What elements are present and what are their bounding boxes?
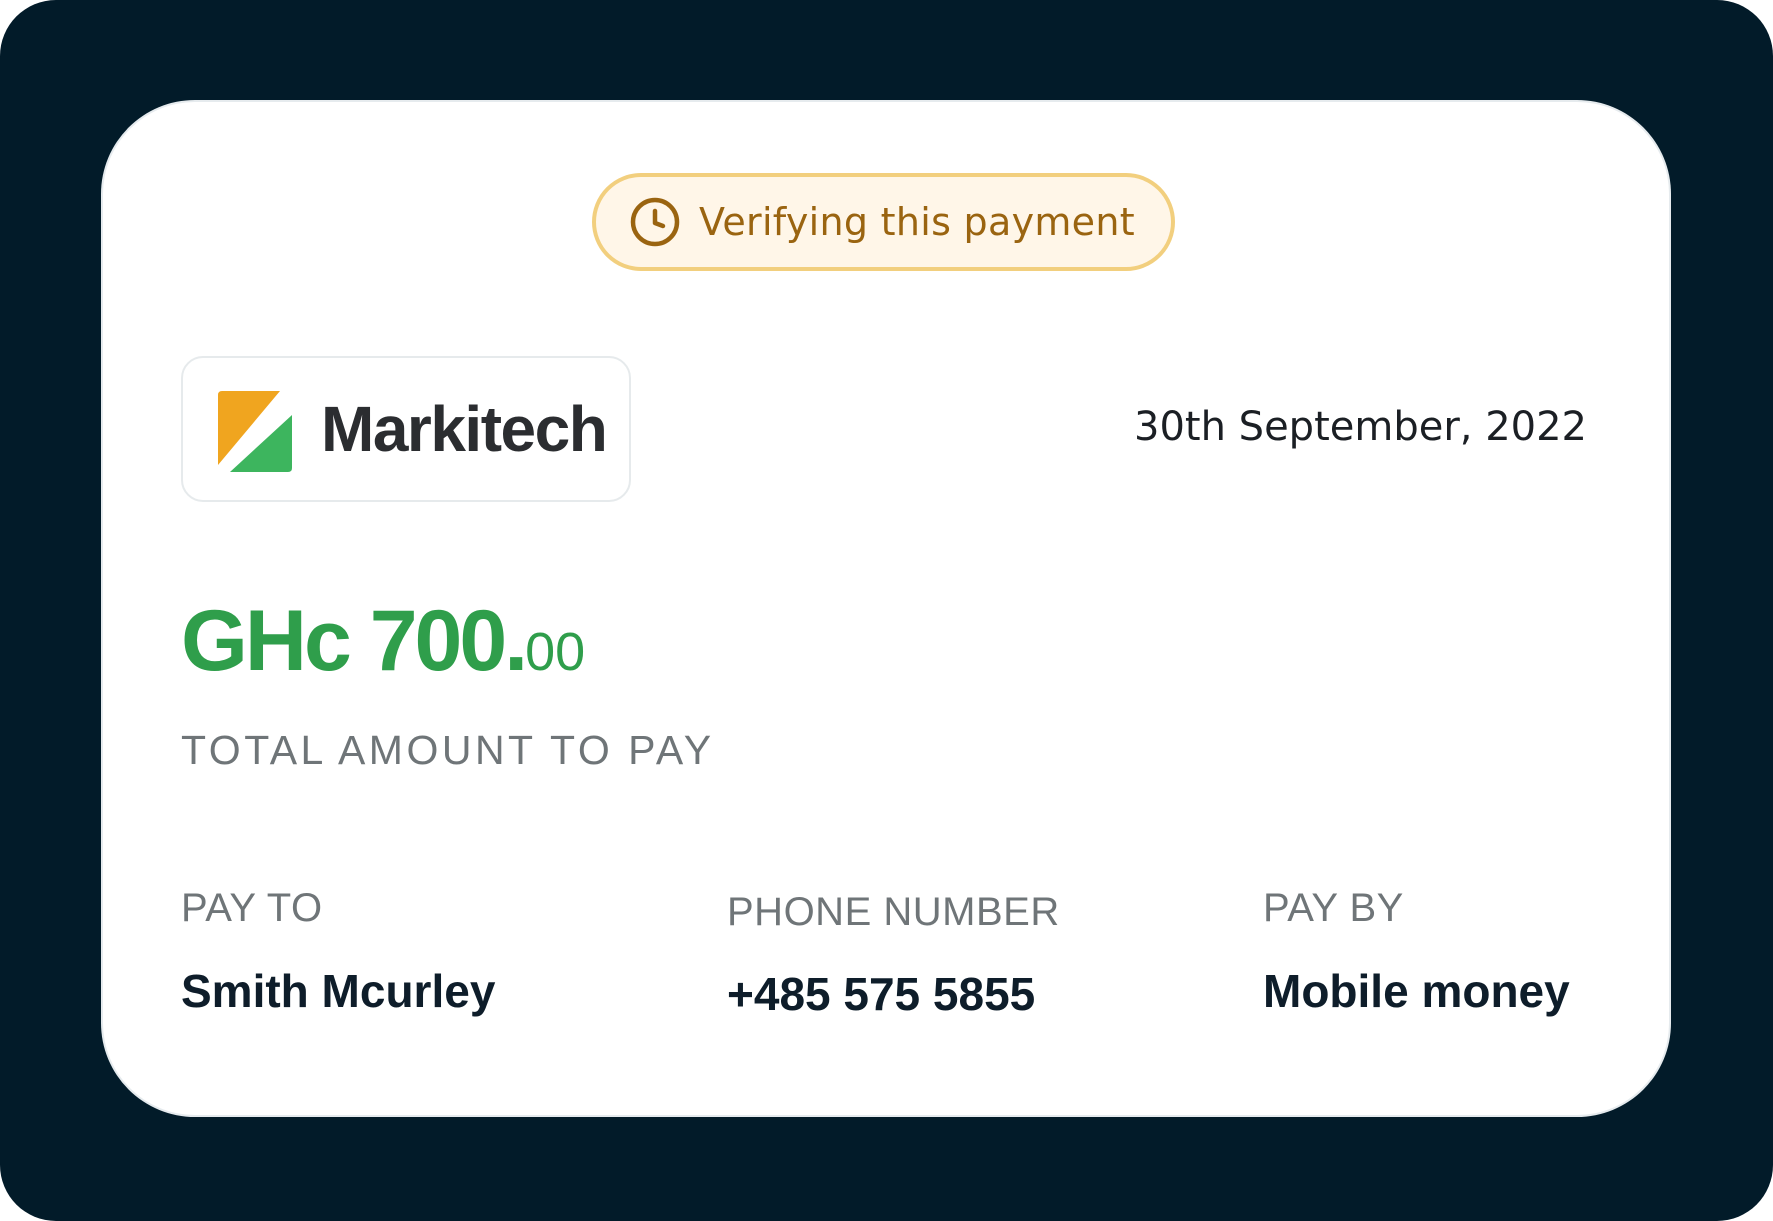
amount-cents: 00	[525, 622, 586, 682]
pay-by-label: PAY BY	[1263, 886, 1404, 930]
amount-label: TOTAL AMOUNT TO PAY	[181, 727, 715, 773]
status-text: Verifying this payment	[699, 200, 1135, 244]
payment-date: 30th September, 2022	[1134, 404, 1587, 450]
markitech-logo-icon	[218, 391, 292, 472]
pay-to-label: PAY TO	[181, 886, 323, 930]
pay-to-value: Smith Mcurley	[181, 965, 496, 1017]
verification-status-badge: Verifying this payment	[592, 173, 1175, 271]
pay-by-value: Mobile money	[1263, 965, 1570, 1017]
merchant-logo: Markitech	[181, 356, 631, 502]
amount-whole: GHc 700.	[181, 593, 528, 689]
brand-name: Markitech	[321, 393, 608, 465]
app-frame: Verifying this payment Markitech 30th Se…	[0, 0, 1773, 1221]
clock-icon	[630, 197, 680, 247]
amount-display: GHc 700.00	[181, 598, 585, 684]
phone-number-value: +485 575 5855	[727, 968, 1036, 1020]
payment-card: Verifying this payment Markitech 30th Se…	[103, 102, 1669, 1115]
phone-number-label: PHONE NUMBER	[727, 890, 1060, 934]
